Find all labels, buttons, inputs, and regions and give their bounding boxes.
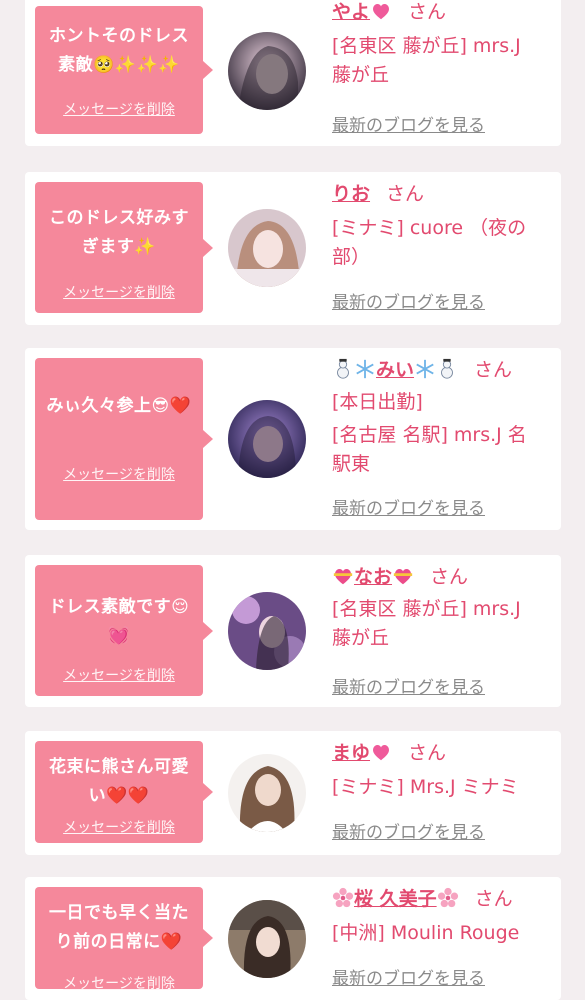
shop-line: [中洲] Moulin Rouge	[332, 922, 520, 944]
latest-blog-link[interactable]: 最新のブログを見る	[332, 673, 485, 698]
sender-name-row: やよ さん	[332, 0, 446, 26]
message-text: このドレス好みすぎます✨	[49, 208, 189, 257]
sender-name-link[interactable]: りお	[332, 183, 370, 205]
sender-name-link[interactable]: 桜 久美子	[332, 887, 459, 910]
delete-message-link[interactable]: メッセージを削除	[35, 464, 203, 484]
sender-name: やよ	[332, 1, 371, 23]
snowman-icon	[441, 358, 453, 379]
cherry-blossom-icon	[332, 887, 354, 908]
sender-name: 桜 久美子	[354, 888, 437, 910]
message-bubble: 花束に熊さん可愛い❤️❤️ メッセージを削除	[35, 741, 213, 843]
cherry-blossom-icon	[437, 887, 458, 908]
avatar[interactable]	[228, 32, 306, 110]
sender-name-row: まゆ さん	[332, 739, 446, 767]
heart-ribbon-icon	[333, 568, 353, 585]
heart-ribbon-icon	[393, 568, 413, 585]
delete-message-link[interactable]: メッセージを削除	[35, 817, 203, 837]
avatar-photo-icon	[228, 592, 306, 670]
sender-name-link[interactable]: みい	[332, 358, 458, 381]
message-bubble: ホントそのドレス素敵🥺✨✨✨ メッセージを削除	[35, 6, 213, 134]
latest-blog-link[interactable]: 最新のブログを見る	[332, 494, 485, 519]
message-card: ホントそのドレス素敵🥺✨✨✨ メッセージを削除 やよ さん [名東区 藤が丘] m…	[25, 0, 561, 146]
shop-line: [名古屋 名駅] mrs.J 名	[332, 424, 527, 446]
honorific: さん	[408, 1, 447, 23]
message-bubble: ドレス素敵です😌💓 メッセージを削除	[35, 565, 213, 696]
shop-line: [名東区 藤が丘] mrs.J	[332, 598, 521, 620]
honorific: さん	[474, 359, 513, 381]
message-card: このドレス好みすぎます✨ メッセージを削除 りお さん [ミナミ] cuore （…	[25, 172, 561, 325]
avatar[interactable]	[228, 400, 306, 478]
avatar[interactable]	[228, 209, 306, 287]
message-card: ドレス素敵です😌💓 メッセージを削除 なお さん [名東区 藤が丘] mrs.J …	[25, 555, 561, 707]
avatar-photo-icon	[228, 400, 306, 478]
snowflake-icon	[356, 359, 374, 379]
message-bubble: みぃ久々参上😎❤️ メッセージを削除	[35, 358, 213, 520]
honorific: さん	[408, 742, 447, 764]
shop-line: [本日出勤]	[332, 391, 423, 413]
avatar-photo-icon	[228, 32, 306, 110]
message-text: 花束に熊さん可愛い❤️❤️	[49, 757, 189, 806]
message-text: ドレス素敵です😌💓	[48, 597, 190, 646]
snowman-icon	[337, 358, 349, 379]
sparkling-heart-icon	[373, 744, 390, 761]
delete-message-link[interactable]: メッセージを削除	[35, 973, 203, 993]
avatar-photo-icon	[228, 754, 306, 832]
latest-blog-link[interactable]: 最新のブログを見る	[332, 964, 485, 989]
sparkling-heart-icon	[373, 3, 390, 20]
message-bubble: 一日でも早く当たり前の日常に❤️ メッセージを削除	[35, 887, 213, 992]
latest-blog-link[interactable]: 最新のブログを見る	[332, 111, 485, 136]
message-text: ホントそのドレス素敵🥺✨✨✨	[49, 26, 189, 75]
sender-name-row: りお さん	[332, 180, 424, 208]
shop-line: 駅東	[332, 453, 371, 475]
sender-name-row: みい さん	[332, 356, 512, 384]
shop-line: 部）	[332, 246, 371, 268]
sender-name-row: なお さん	[332, 563, 468, 591]
avatar[interactable]	[228, 900, 306, 978]
shop-line: [ミナミ] cuore （夜の	[332, 217, 527, 239]
shop-line: [ミナミ] Mrs.J ミナミ	[332, 776, 519, 798]
avatar-photo-icon	[228, 900, 306, 978]
latest-blog-link[interactable]: 最新のブログを見る	[332, 818, 485, 843]
sender-name-link[interactable]: なお	[332, 566, 414, 588]
sender-name-row: 桜 久美子 さん	[332, 885, 513, 913]
message-card: 花束に熊さん可愛い❤️❤️ メッセージを削除 まゆ さん [ミナミ] Mrs.J …	[25, 731, 561, 855]
message-list: ホントそのドレス素敵🥺✨✨✨ メッセージを削除 やよ さん [名東区 藤が丘] m…	[0, 0, 585, 1000]
honorific: さん	[474, 888, 513, 910]
honorific: さん	[386, 183, 425, 205]
avatar[interactable]	[228, 592, 306, 670]
message-card: 一日でも早く当たり前の日常に❤️ メッセージを削除 桜 久美子 さん [中洲] M…	[25, 877, 561, 1000]
snowflake-icon	[416, 359, 434, 379]
sender-name: なお	[354, 566, 393, 588]
delete-message-link[interactable]: メッセージを削除	[35, 99, 203, 119]
shop-line: 藤が丘	[332, 627, 390, 649]
shop-line: [名東区 藤が丘] mrs.J	[332, 35, 521, 57]
sender-name-link[interactable]: まゆ	[332, 742, 392, 764]
avatar[interactable]	[228, 754, 306, 832]
delete-message-link[interactable]: メッセージを削除	[35, 665, 203, 685]
sender-name: みい	[376, 359, 415, 381]
sender-name: まゆ	[332, 742, 371, 764]
message-card: みぃ久々参上😎❤️ メッセージを削除 みい さん [本日出勤] [名古屋 名駅] …	[25, 348, 561, 530]
honorific: さん	[430, 566, 469, 588]
delete-message-link[interactable]: メッセージを削除	[35, 282, 203, 302]
avatar-photo-icon	[228, 209, 306, 287]
shop-line: 藤が丘	[332, 64, 390, 86]
message-text: みぃ久々参上😎❤️	[46, 396, 192, 416]
sender-name: りお	[332, 183, 371, 205]
latest-blog-link[interactable]: 最新のブログを見る	[332, 288, 485, 313]
message-bubble: このドレス好みすぎます✨ メッセージを削除	[35, 182, 213, 313]
sender-name-link[interactable]: やよ	[332, 1, 392, 23]
message-text: 一日でも早く当たり前の日常に❤️	[49, 903, 189, 952]
